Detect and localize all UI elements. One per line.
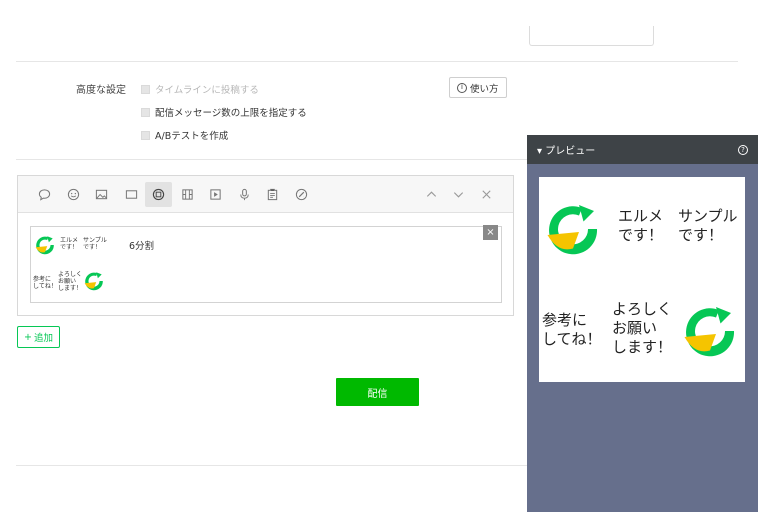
logo-icon	[684, 307, 735, 357]
page: 高度な設定 タイムラインに投稿する 配信メッセージ数の上限を指定する A/Bテス…	[0, 0, 768, 512]
advanced-settings-label: 高度な設定	[76, 85, 126, 96]
coupon-icon[interactable]	[288, 182, 315, 207]
logo-icon	[547, 205, 598, 255]
preview-text: エルメ です！	[618, 207, 664, 244]
speech-bubble-icon[interactable]	[31, 182, 58, 207]
split-label: 6分割	[129, 241, 155, 252]
howto-button[interactable]: i 使い方	[449, 77, 507, 98]
card-icon[interactable]	[118, 182, 145, 207]
chevron-up-icon[interactable]	[418, 182, 445, 207]
preview-imagemap: エルメ です！ サンプル です！ 参考に してね！ よろしく お願い します！	[539, 177, 745, 382]
video-icon[interactable]	[202, 182, 229, 207]
imagemap-icon[interactable]	[145, 182, 172, 207]
timeline-post-label: タイムラインに投稿する	[155, 85, 259, 96]
logo-icon	[84, 272, 103, 291]
info-icon: i	[457, 82, 467, 93]
plus-icon: +	[24, 331, 32, 343]
howto-label: 使い方	[470, 83, 499, 95]
message-editor: エルメ です！ サンプル です！ 6分割 参考に してね！ よろしく お願い します！ ×	[17, 175, 514, 316]
image-icon[interactable]	[88, 182, 115, 207]
checkbox[interactable]	[141, 107, 150, 117]
close-icon[interactable]	[473, 182, 500, 207]
message-limit-label: 配信メッセージ数の上限を指定する	[155, 108, 307, 119]
ab-test-label: A/Bテストを作成	[155, 131, 229, 142]
tile-text: 参考に してね！	[33, 276, 57, 290]
help-icon[interactable]: ?	[738, 144, 748, 155]
video-rich-icon[interactable]	[174, 182, 201, 207]
message-limit-option[interactable]: 配信メッセージ数の上限を指定する	[141, 105, 307, 119]
preview-title: プレビュー	[545, 146, 596, 157]
smiley-icon[interactable]	[60, 182, 87, 207]
caret-down-icon: ▾	[537, 146, 543, 157]
previous-field-box[interactable]	[529, 26, 654, 46]
send-button[interactable]: 配信	[336, 378, 419, 406]
add-message-button[interactable]: + 追加	[17, 326, 60, 348]
chevron-down-icon[interactable]	[445, 182, 472, 207]
tile-text: よろしく お願い します！	[58, 271, 83, 292]
imagemap-message[interactable]: エルメ です！ サンプル です！ 6分割 参考に してね！ よろしく お願い します！	[30, 226, 502, 303]
clipboard-icon[interactable]	[259, 182, 286, 207]
remove-message-button[interactable]: ×	[483, 225, 498, 240]
timeline-post-option: タイムラインに投稿する	[141, 82, 259, 96]
preview-panel: ▾ プレビュー ? エルメ です！ サンプル です！ 参考に してね！ よろしく お願い…	[527, 135, 758, 512]
editor-toolbar	[18, 176, 513, 213]
preview-header[interactable]: ▾ プレビュー ?	[527, 135, 758, 164]
ab-test-option[interactable]: A/Bテストを作成	[141, 128, 228, 142]
checkbox	[141, 84, 150, 94]
tile-text: エルメ です！	[60, 237, 79, 251]
microphone-icon[interactable]	[231, 182, 258, 207]
divider	[16, 61, 738, 62]
add-label: 追加	[33, 333, 53, 344]
preview-text: サンプル です！	[678, 207, 738, 244]
preview-text: よろしく お願い します！	[612, 300, 673, 356]
divider	[16, 465, 527, 466]
checkbox[interactable]	[141, 130, 150, 140]
logo-icon	[35, 236, 54, 255]
tile-text: サンプル です！	[83, 237, 107, 251]
preview-text: 参考に してね！	[542, 311, 602, 348]
